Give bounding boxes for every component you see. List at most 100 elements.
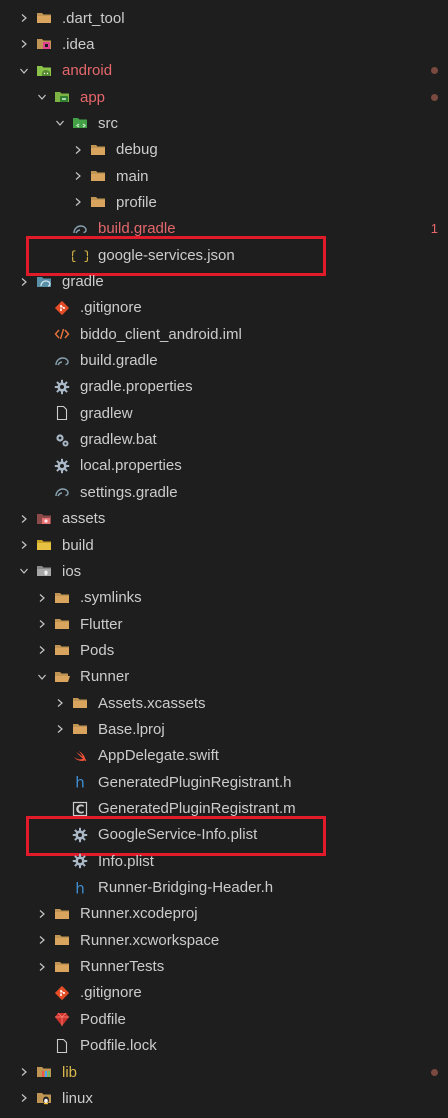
tree-item-label: gradle: [62, 273, 104, 290]
tree-file-generatedpluginregistrant-m[interactable]: C GeneratedPluginRegistrant.m: [0, 796, 448, 822]
tree-folder-src[interactable]: src: [0, 110, 448, 136]
tree-item-label: Flutter: [80, 615, 123, 633]
tree-item-label: android: [62, 62, 113, 80]
tree-item-label: main: [116, 167, 149, 185]
chevron-right-icon[interactable]: [18, 269, 30, 295]
tree-folder-ios[interactable]: ios: [0, 558, 448, 584]
chevron-right-icon[interactable]: [36, 901, 48, 927]
tree-folder-runner[interactable]: Runner: [0, 664, 448, 690]
tree-file-runner-bridging-header-h[interactable]: h Runner-Bridging-Header.h: [0, 875, 448, 901]
tree-folder-pods[interactable]: Pods: [0, 637, 448, 663]
chevron-down-icon[interactable]: [36, 84, 48, 110]
chevron-right-icon[interactable]: [54, 690, 66, 716]
idea-folder-icon: [36, 36, 52, 52]
tree-item-label: Podfile: [80, 1010, 126, 1028]
tree-item-label: .dart_tool: [62, 9, 125, 27]
tree-file-gradlew-bat[interactable]: gradlew.bat: [0, 427, 448, 453]
tree-file-settings-gradle[interactable]: settings.gradle: [0, 479, 448, 505]
tree-file-build-gradle[interactable]: build.gradle: [0, 348, 448, 374]
chevron-right-icon[interactable]: [72, 189, 84, 215]
chevron-right-icon[interactable]: [36, 637, 48, 663]
tree-folder-runnertests[interactable]: RunnerTests: [0, 954, 448, 980]
chevron-right-icon[interactable]: [72, 137, 84, 163]
folder-icon: [54, 616, 70, 632]
tree-file-local-properties[interactable]: local.properties: [0, 453, 448, 479]
chevron-right-icon[interactable]: [18, 5, 30, 31]
chevron-right-icon[interactable]: [36, 954, 48, 980]
h-icon: h: [72, 774, 88, 790]
chevron-down-icon[interactable]: [18, 58, 30, 84]
tree-folder-flutter[interactable]: Flutter: [0, 611, 448, 637]
svg-text:C: C: [76, 802, 85, 816]
folder-icon: [54, 642, 70, 658]
tree-file-podfile-lock[interactable]: Podfile.lock: [0, 1033, 448, 1059]
chevron-right-icon[interactable]: [54, 716, 66, 742]
tree-folder-assets[interactable]: assets: [0, 506, 448, 532]
chevron-right-icon[interactable]: [18, 31, 30, 57]
folder-icon: [36, 10, 52, 26]
chevron-right-icon[interactable]: [18, 506, 30, 532]
tree-file-podfile[interactable]: Podfile: [0, 1006, 448, 1032]
tree-folder-symlinks[interactable]: .symlinks: [0, 585, 448, 611]
folder-icon: [54, 906, 70, 922]
tree-folder-debug[interactable]: debug: [0, 137, 448, 163]
tree-item-label: .gitignore: [80, 984, 142, 1002]
tree-file-gradle-properties[interactable]: gradle.properties: [0, 374, 448, 400]
tree-item-label: Base.lproj: [98, 720, 165, 738]
tree-item-label: GeneratedPluginRegistrant.m: [98, 800, 296, 817]
tree-item-label: app: [80, 88, 106, 106]
gradle-icon: [72, 221, 88, 237]
chevron-right-icon[interactable]: [18, 1085, 30, 1111]
tree-item-label: Assets.xcassets: [98, 694, 206, 712]
tree-folder-base-lproj[interactable]: Base.lproj: [0, 716, 448, 742]
tree-folder-linux[interactable]: linux: [0, 1085, 448, 1111]
tree-folder-idea[interactable]: .idea: [0, 31, 448, 57]
c-icon: C: [72, 801, 88, 817]
chevron-right-icon[interactable]: [18, 532, 30, 558]
tree-folder-runner-xcworkspace[interactable]: Runner.xcworkspace: [0, 927, 448, 953]
tree-folder-runner-xcodeproj[interactable]: Runner.xcodeproj: [0, 901, 448, 927]
tree-folder-profile[interactable]: profile: [0, 189, 448, 215]
tree-folder-gradle[interactable]: gradle: [0, 269, 448, 295]
tree-file-gradlew[interactable]: gradlew: [0, 400, 448, 426]
tree-file-google-services-json[interactable]: { } google-services.json: [0, 242, 448, 268]
tree-item-label: ios: [62, 562, 82, 580]
gears-icon: [54, 432, 70, 448]
chevron-right-icon[interactable]: [36, 927, 48, 953]
chevron-down-icon[interactable]: [54, 110, 66, 136]
chevron-right-icon[interactable]: [36, 611, 48, 637]
lib-folder-icon: [36, 1064, 52, 1080]
chevron-down-icon[interactable]: [18, 558, 30, 584]
svg-text:h: h: [75, 774, 85, 790]
tree-folder-dart-tool[interactable]: .dart_tool: [0, 5, 448, 31]
change-dot-badge: [431, 58, 438, 84]
tree-item-label: Pods: [80, 641, 115, 659]
tree-file-appdelegate-swift[interactable]: AppDelegate.swift: [0, 743, 448, 769]
tree-folder-main[interactable]: main: [0, 163, 448, 189]
chevron-right-icon[interactable]: [72, 163, 84, 189]
tree-file-gitignore[interactable]: .gitignore: [0, 295, 448, 321]
chevron-down-icon[interactable]: [36, 664, 48, 690]
tree-file-gitignore[interactable]: .gitignore: [0, 980, 448, 1006]
tree-folder-assets-xcassets[interactable]: Assets.xcassets: [0, 690, 448, 716]
chevron-right-icon[interactable]: [18, 1059, 30, 1085]
change-dot: [431, 1068, 438, 1076]
tree-file-googleservice-info-plist[interactable]: GoogleService-Info.plist: [0, 822, 448, 848]
tree-folder-android[interactable]: android: [0, 58, 448, 84]
tree-folder-app[interactable]: app: [0, 84, 448, 110]
gradle-icon: [54, 353, 70, 369]
chevron-right-icon[interactable]: [36, 585, 48, 611]
tree-file-generatedpluginregistrant-h[interactable]: h GeneratedPluginRegistrant.h: [0, 769, 448, 795]
tree-file-info-plist[interactable]: Info.plist: [0, 848, 448, 874]
assets-folder-icon: [36, 511, 52, 527]
tree-folder-build[interactable]: build: [0, 532, 448, 558]
tree-file-build-gradle[interactable]: build.gradle 1: [0, 216, 448, 242]
tree-file-biddo-client-android-iml[interactable]: biddo_client_android.iml: [0, 321, 448, 347]
tree-folder-lib[interactable]: lib: [0, 1059, 448, 1085]
